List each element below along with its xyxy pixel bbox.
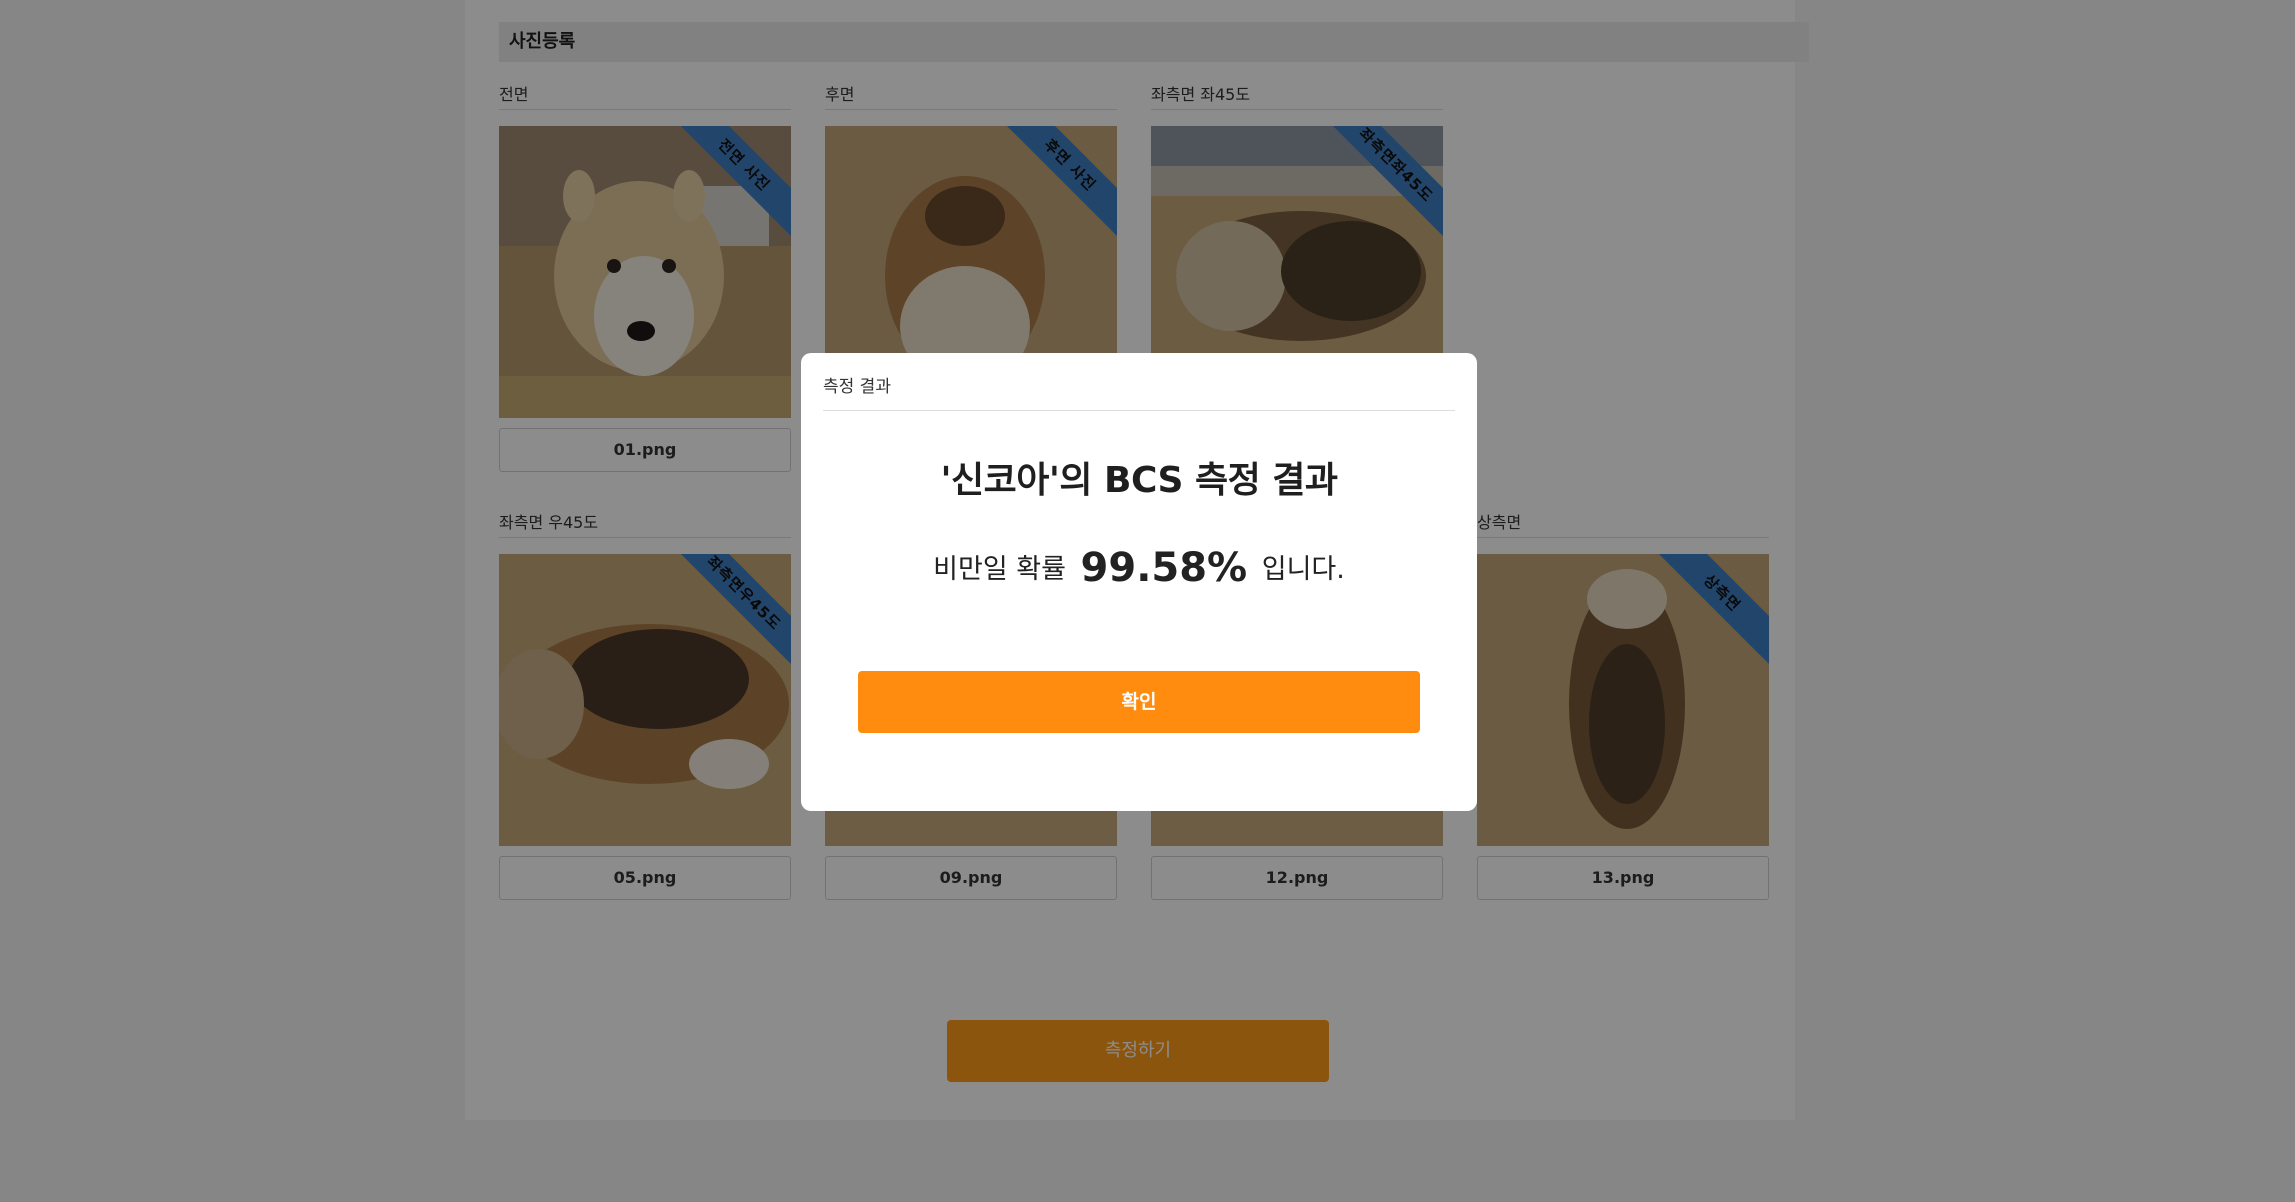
result-text: 비만일 확률 99.58% 입니다. [801, 545, 1477, 591]
result-suffix: 입니다. [1261, 554, 1345, 585]
result-prefix: 비만일 확률 [933, 554, 1066, 585]
obesity-probability: 99.58% [1080, 545, 1248, 591]
confirm-button[interactable]: 확인 [858, 671, 1420, 733]
modal-title: 측정 결과 [823, 371, 1455, 411]
result-heading: '신코아'의 BCS 측정 결과 [940, 460, 1338, 501]
result-modal: 측정 결과 '신코아'의 BCS 측정 결과 비만일 확률 99.58% 입니다… [801, 353, 1477, 811]
